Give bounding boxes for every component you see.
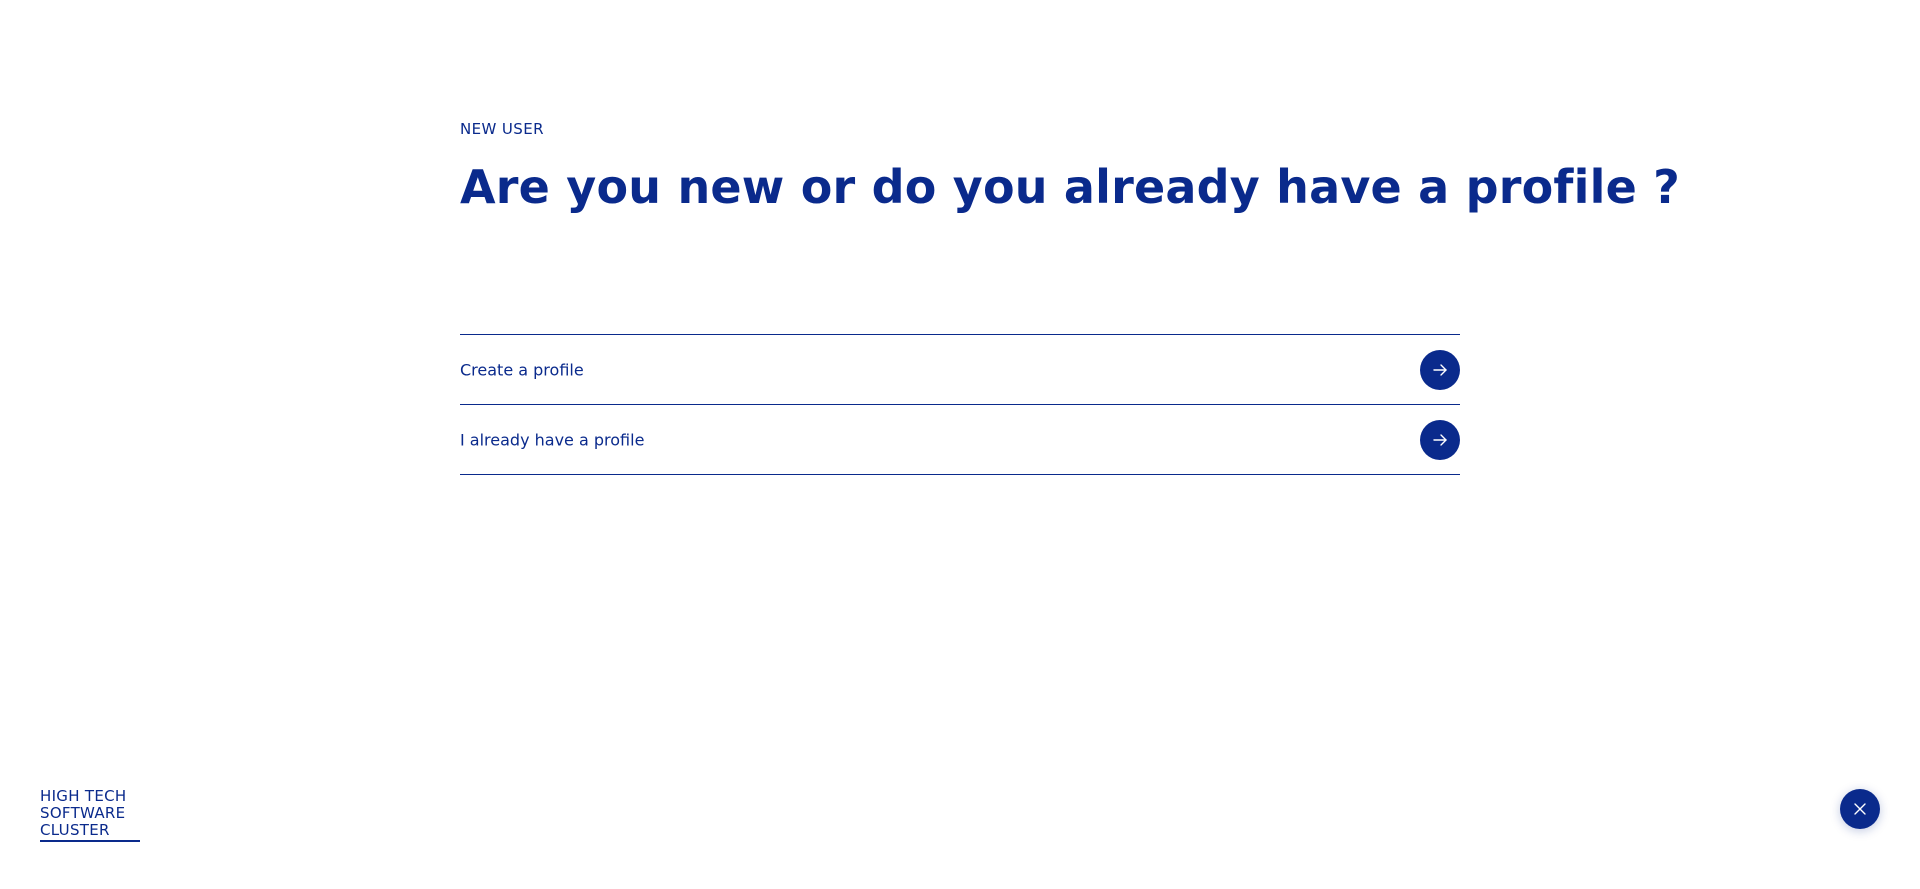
logo-line-2: SOFTWARE	[40, 804, 126, 822]
arrow-right-icon[interactable]	[1420, 419, 1460, 460]
close-icon	[1853, 802, 1867, 816]
page-title: Are you new or do you already have a pro…	[460, 160, 1681, 214]
arrow-right-icon[interactable]	[1420, 349, 1460, 390]
logo-line-3: CLUSTER	[40, 821, 110, 839]
eyebrow-label: NEW USER	[460, 120, 544, 138]
existing-profile-label: I already have a profile	[460, 430, 645, 449]
profile-options-list: Create a profile I already have a profil…	[460, 334, 1460, 475]
logo-line-1: HIGH TECH	[40, 787, 127, 805]
create-profile-label: Create a profile	[460, 360, 584, 379]
existing-profile-option[interactable]: I already have a profile	[460, 405, 1460, 475]
logo-underline	[40, 840, 140, 842]
logo[interactable]: HIGH TECH SOFTWARE CLUSTER	[40, 788, 140, 842]
close-button[interactable]	[1840, 789, 1880, 829]
create-profile-option[interactable]: Create a profile	[460, 335, 1460, 405]
